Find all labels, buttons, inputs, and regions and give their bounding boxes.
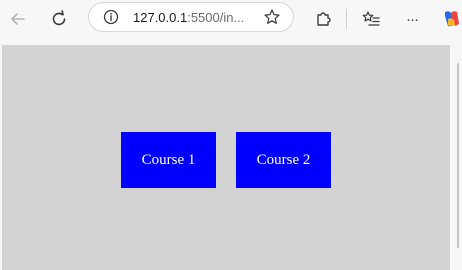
course-2-button[interactable]: Course 2 [236, 132, 331, 188]
browser-toolbar: 127.0.0.1:5500/in... ··· [0, 0, 462, 38]
info-icon[interactable] [103, 9, 119, 25]
puzzle-icon[interactable] [311, 7, 335, 31]
back-arrow-icon[interactable] [6, 7, 30, 31]
vertical-scrollbar[interactable] [454, 45, 462, 270]
refresh-icon[interactable] [47, 7, 71, 31]
address-bar[interactable]: 127.0.0.1:5500/in... [88, 2, 294, 32]
address-url[interactable]: 127.0.0.1:5500/in... [133, 10, 244, 25]
toolbar-divider [346, 9, 347, 29]
address-path: :5500/in... [187, 10, 245, 25]
copilot-icon[interactable] [440, 7, 462, 31]
favorites-list-icon[interactable] [359, 7, 383, 31]
more-icon[interactable]: ··· [400, 7, 424, 31]
address-host: 127.0.0.1 [133, 10, 188, 25]
star-icon[interactable] [263, 8, 281, 26]
course-1-button[interactable]: Course 1 [121, 132, 216, 188]
page-viewport: Course 1 Course 2 [2, 45, 450, 270]
scrollbar-thumb[interactable] [457, 63, 459, 248]
